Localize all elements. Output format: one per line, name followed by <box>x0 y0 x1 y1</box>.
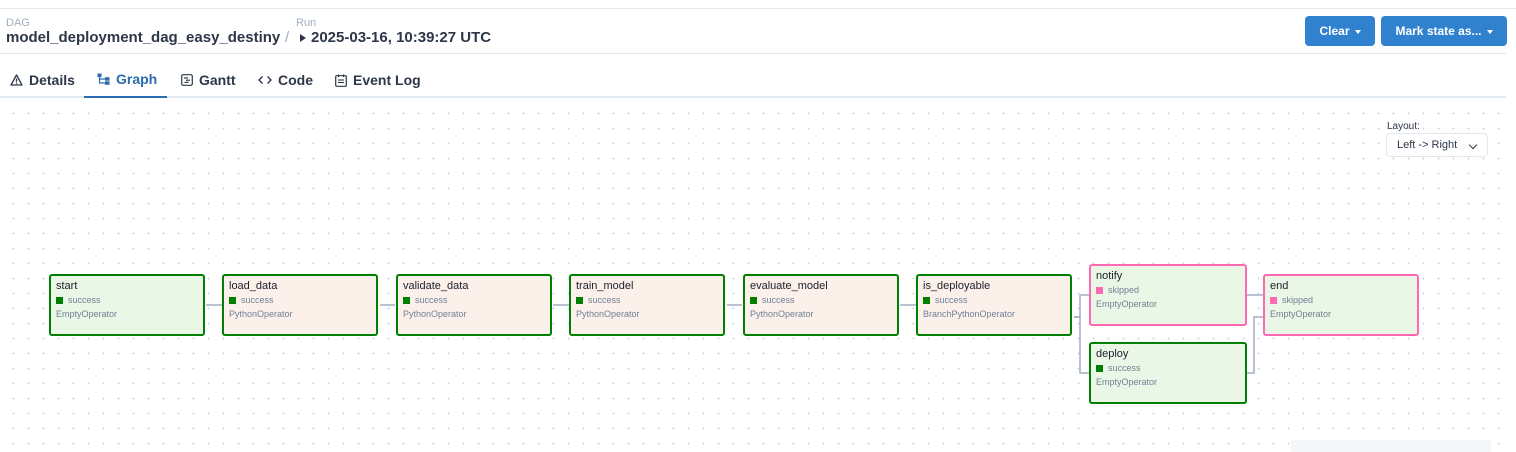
task-state-label: success <box>1108 363 1141 373</box>
task-name: load_data <box>229 280 278 292</box>
task-operator: PythonOperator <box>229 309 293 319</box>
task-state: success <box>1096 362 1240 374</box>
task-operator: BranchPythonOperator <box>923 309 1016 319</box>
task-state: skipped <box>1270 294 1412 306</box>
task-state: skipped <box>1096 284 1240 296</box>
task-state: success <box>576 294 718 306</box>
task-state: success <box>403 294 545 306</box>
task-operator: PythonOperator <box>750 309 814 319</box>
layout-select-value: Left -> Right <box>1397 139 1458 151</box>
task-node-train-model[interactable]: train_model success PythonOperator <box>569 274 725 336</box>
task-node-load-data[interactable]: load_data success PythonOperator <box>222 274 378 336</box>
graph-edges <box>206 294 1263 374</box>
task-node-notify[interactable]: notify skipped EmptyOperator <box>1089 264 1247 326</box>
task-state: success <box>56 294 198 306</box>
task-operator: EmptyOperator <box>1270 309 1332 319</box>
state-square-icon <box>1096 364 1103 372</box>
state-square-icon <box>56 296 63 304</box>
task-state-label: success <box>415 295 448 305</box>
chevron-down-icon <box>1468 140 1478 150</box>
edge-is_deployable-notify <box>1074 294 1089 318</box>
state-square-icon <box>576 296 583 304</box>
task-name: is_deployable <box>923 280 991 292</box>
task-operator: EmptyOperator <box>1096 377 1158 387</box>
task-state-label: skipped <box>1108 285 1140 295</box>
task-state-label: success <box>241 295 274 305</box>
task-state: success <box>923 294 1065 306</box>
task-state: success <box>229 294 371 306</box>
edge-deploy-end <box>1247 316 1263 374</box>
task-name: end <box>1270 280 1289 292</box>
task-operator: EmptyOperator <box>56 309 118 319</box>
task-operator: EmptyOperator <box>1096 299 1158 309</box>
task-state-label: success <box>762 295 795 305</box>
task-name: notify <box>1096 270 1123 282</box>
task-node-validate-data[interactable]: validate_data success PythonOperator <box>396 274 552 336</box>
task-node-end[interactable]: end skipped EmptyOperator <box>1263 274 1419 336</box>
state-square-icon <box>923 296 930 304</box>
task-node-evaluate-model[interactable]: evaluate_model success PythonOperator <box>743 274 899 336</box>
task-state-label: success <box>588 295 621 305</box>
task-state: success <box>750 294 892 306</box>
minimap[interactable] <box>1291 440 1491 452</box>
task-name: train_model <box>576 280 634 292</box>
task-operator: PythonOperator <box>576 309 640 319</box>
layout-label: Layout: <box>1387 121 1420 132</box>
task-node-is-deployable[interactable]: is_deployable success BranchPythonOperat… <box>916 274 1072 336</box>
state-square-icon <box>1096 286 1103 294</box>
task-name: evaluate_model <box>750 280 828 292</box>
edge-is_deployable-deploy <box>1074 316 1089 374</box>
task-state-label: success <box>68 295 101 305</box>
task-node-start[interactable]: start success EmptyOperator <box>49 274 205 336</box>
task-operator: PythonOperator <box>403 309 467 319</box>
task-name: start <box>56 280 78 292</box>
state-square-icon <box>229 296 236 304</box>
state-square-icon <box>403 296 410 304</box>
task-state-label: success <box>935 295 968 305</box>
task-name: validate_data <box>403 280 469 292</box>
task-node-deploy[interactable]: deploy success EmptyOperator <box>1089 342 1247 404</box>
state-square-icon <box>750 296 757 304</box>
task-state-label: skipped <box>1282 295 1314 305</box>
state-square-icon <box>1270 296 1277 304</box>
task-name: deploy <box>1096 348 1129 360</box>
layout-select[interactable]: Left -> Right <box>1386 133 1488 157</box>
